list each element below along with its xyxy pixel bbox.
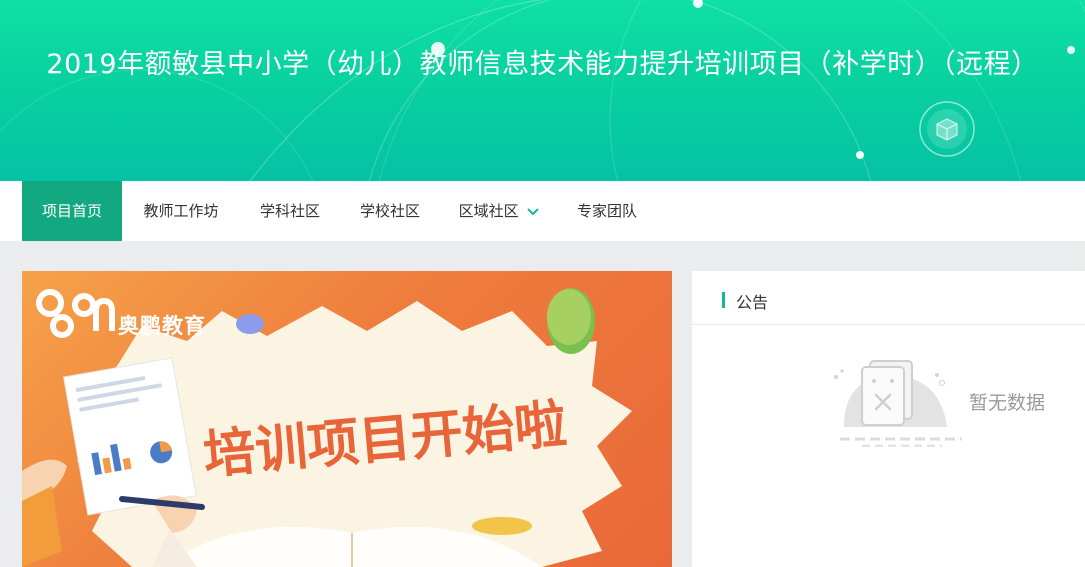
empty-data-icon (834, 360, 962, 447)
promo-headline-art: 培训项目开始啦 (201, 395, 569, 486)
nav-item-label: 专家团队 (576, 202, 637, 220)
promo-banner[interactable]: 奥鹏教育 培训项目开始啦 (22, 271, 672, 567)
nav-item-teacher-workshop[interactable]: 教师工作坊 (122, 181, 240, 241)
notice-panel: 公告 暂无数据 (692, 271, 1085, 567)
title-accent-bar (722, 292, 725, 308)
nav-item-label: 区域社区 (458, 202, 519, 220)
cube-icon (919, 101, 975, 157)
main-nav: 项目首页 教师工作坊 学科社区 学校社区 区域社区 专家团队 (0, 181, 1085, 241)
nav-item-label: 项目首页 (41, 202, 102, 220)
header-banner: 2019年额敏县中小学（幼儿）教师信息技术能力提升培训项目（补学时）（远程） (0, 0, 1085, 181)
nav-item-label: 教师工作坊 (143, 202, 219, 220)
nav-item-school-community[interactable]: 学校社区 (340, 181, 440, 241)
notice-title: 公告 (736, 293, 769, 312)
nav-item-label: 学校社区 (359, 202, 420, 220)
nav-item-label: 学科社区 (259, 202, 320, 220)
nav-item-region-community[interactable]: 区域社区 (440, 181, 558, 241)
page-title: 2019年额敏县中小学（幼儿）教师信息技术能力提升培训项目（补学时）（远程） (46, 49, 1039, 80)
notice-header: 公告 (692, 271, 1085, 325)
empty-state-text: 暂无数据 (969, 392, 1046, 414)
nav-item-expert-team[interactable]: 专家团队 (558, 181, 656, 241)
nav-item-subject-community[interactable]: 学科社区 (240, 181, 340, 241)
nav-item-project-home[interactable]: 项目首页 (22, 181, 122, 241)
chevron-down-icon (527, 208, 539, 215)
promo-headline: 培训项目开始啦 (201, 395, 569, 486)
